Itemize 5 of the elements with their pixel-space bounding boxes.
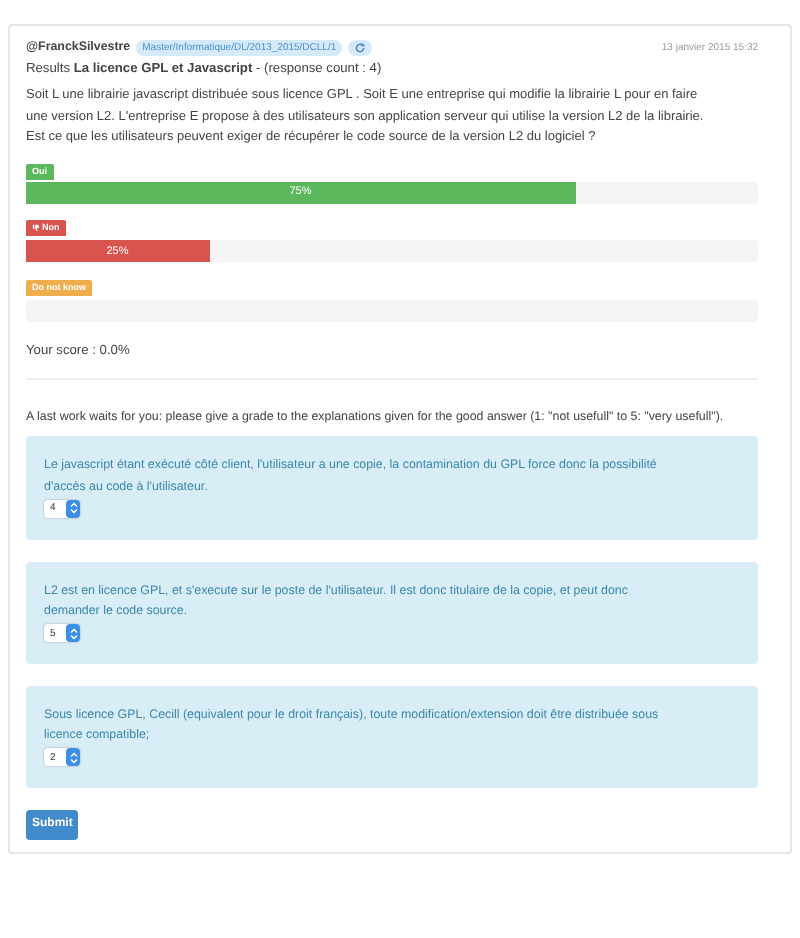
thumbs-down-icon xyxy=(32,224,40,233)
stepper-icon xyxy=(66,499,80,518)
refresh-icon[interactable] xyxy=(348,39,373,56)
stepper-icon xyxy=(66,748,80,767)
stepper-icon xyxy=(66,624,80,643)
